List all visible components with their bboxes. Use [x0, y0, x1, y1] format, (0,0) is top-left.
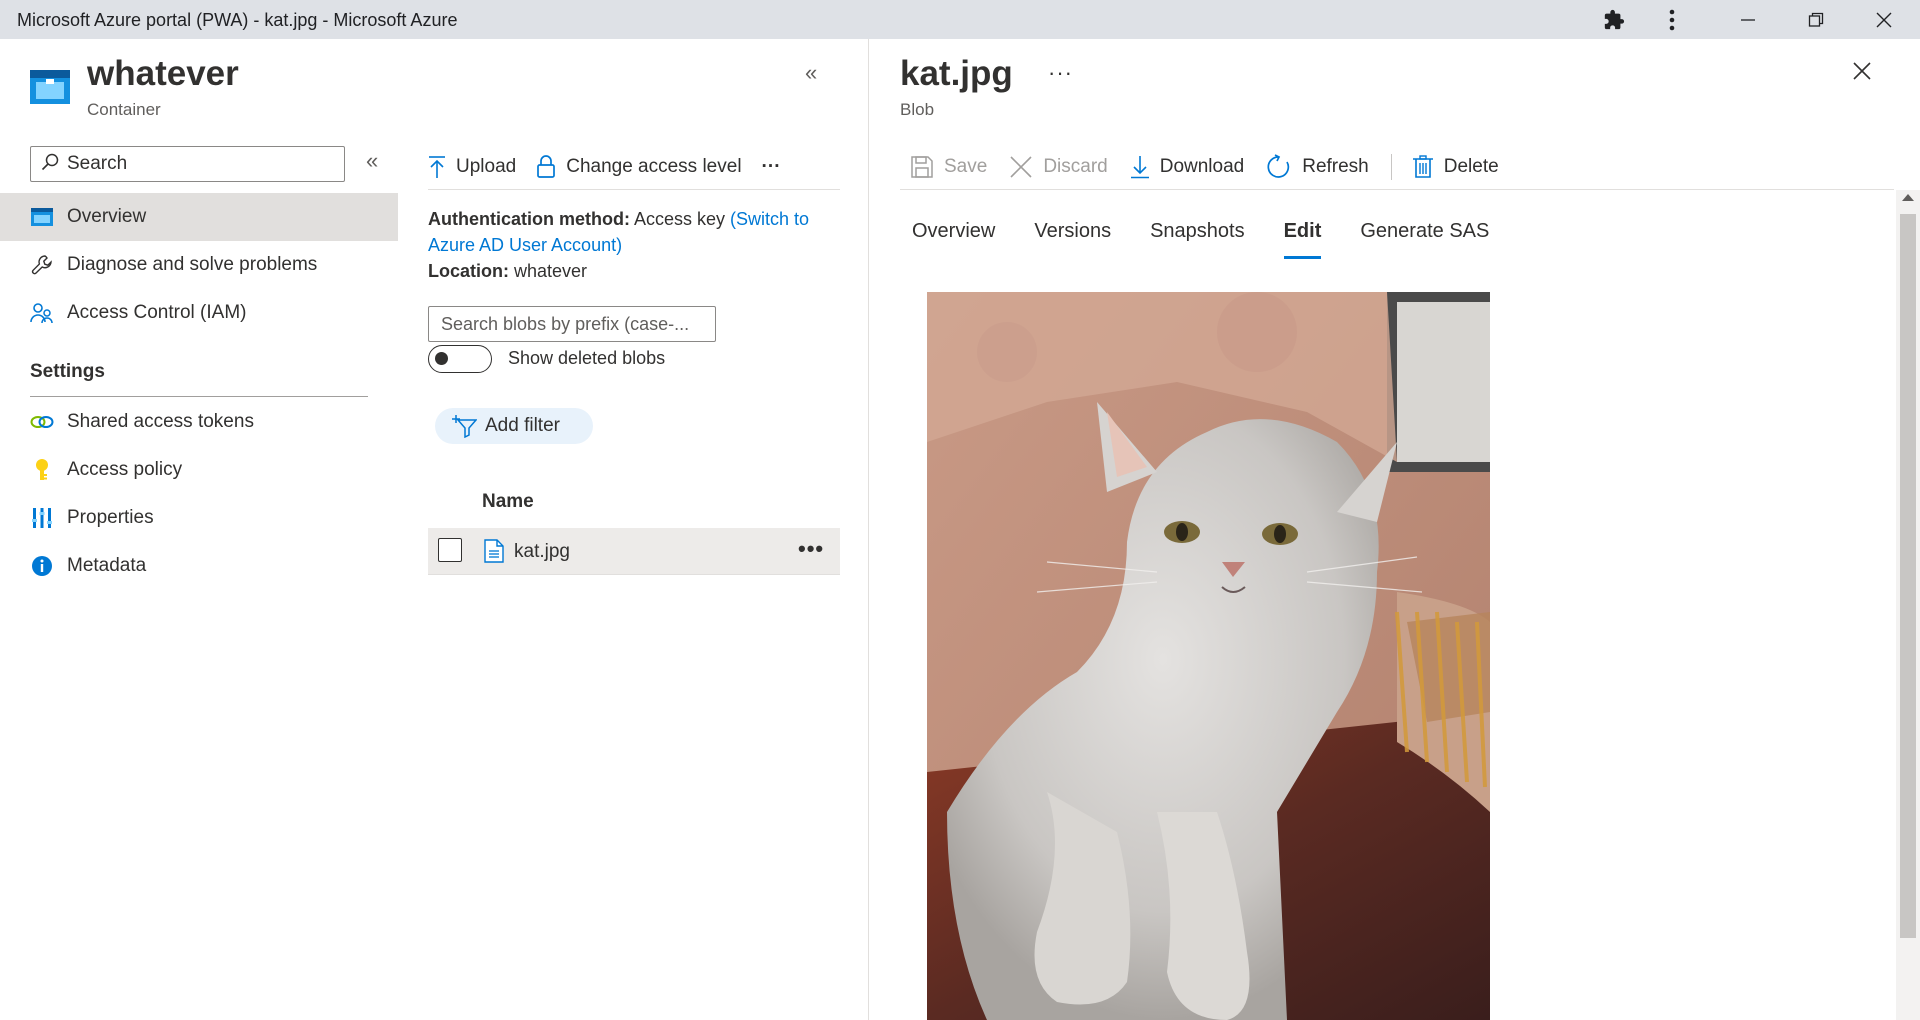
save-icon [910, 155, 934, 179]
settings-heading: Settings [30, 361, 105, 382]
nav-access-policy[interactable]: Access policy [0, 446, 398, 494]
toggle-knob [435, 352, 448, 365]
change-access-level-label: Change access level [566, 156, 742, 177]
nav-shared-access-tokens-label: Shared access tokens [67, 411, 254, 432]
nav-access-control-label: Access Control (IAM) [67, 302, 247, 323]
discard-button[interactable]: Discard [1009, 155, 1108, 179]
location-label: Location: [428, 261, 509, 281]
wrench-icon [28, 254, 56, 276]
discard-icon [1009, 155, 1033, 179]
scroll-up-arrow[interactable] [1902, 194, 1914, 201]
nav-properties-label: Properties [67, 507, 154, 528]
refresh-icon [1266, 154, 1292, 180]
collapse-menu-icon[interactable]: « [366, 148, 378, 174]
delete-button[interactable]: Delete [1412, 155, 1499, 179]
auth-method-value: Access key [634, 209, 726, 229]
more-commands-button[interactable]: ··· [762, 156, 781, 178]
table-row[interactable]: kat.jpg ••• [428, 528, 840, 575]
blob-prefix-search[interactable] [428, 306, 716, 342]
container-type: Container [87, 100, 161, 119]
discard-label: Discard [1043, 156, 1108, 177]
window-close-icon[interactable] [1864, 0, 1904, 39]
download-icon [1130, 155, 1150, 179]
show-deleted-toggle[interactable] [428, 345, 492, 373]
nav-metadata-label: Metadata [67, 555, 147, 576]
nav-diagnose[interactable]: Diagnose and solve problems [0, 241, 398, 289]
tab-overview[interactable]: Overview [912, 220, 995, 260]
menu-search[interactable] [30, 146, 345, 182]
vertical-scrollbar[interactable] [1896, 190, 1920, 1020]
add-filter-icon [451, 414, 477, 438]
container-icon [30, 70, 70, 104]
container-toolbar: Upload Change access level ··· [428, 146, 840, 188]
overview-icon [28, 208, 56, 226]
location-value: whatever [514, 261, 588, 281]
blob-subtitle: Blob [900, 100, 935, 119]
lock-icon [536, 155, 556, 179]
nav-access-control[interactable]: Access Control (IAM) [0, 289, 398, 337]
container-name: whatever [87, 54, 239, 93]
name-column-header[interactable]: Name [482, 491, 534, 513]
show-deleted-label: Show deleted blobs [508, 348, 666, 368]
properties-icon [28, 507, 56, 529]
toolbar-separator [1390, 154, 1392, 180]
upload-icon [428, 155, 446, 179]
close-blade-icon[interactable] [1853, 62, 1871, 85]
blob-name-link[interactable]: kat.jpg [514, 541, 570, 563]
collapse-blade-icon[interactable]: « [805, 60, 817, 86]
trash-icon [1412, 155, 1434, 179]
blob-tabs: Overview Versions Snapshots Edit Generat… [912, 220, 1528, 260]
delete-label: Delete [1443, 156, 1499, 177]
search-icon [41, 153, 59, 176]
tab-snapshots[interactable]: Snapshots [1150, 220, 1245, 260]
blob-toolbar: Save Discard Download Refresh Delete [910, 146, 1521, 188]
blob-prefix-search-input[interactable] [439, 313, 707, 336]
people-icon [28, 302, 56, 324]
key-icon [28, 458, 56, 482]
browser-menu-icon[interactable] [1657, 0, 1687, 39]
blob-toolbar-divider [900, 189, 1894, 190]
blob-title: kat.jpg [900, 54, 1013, 93]
scroll-thumb[interactable] [1900, 214, 1916, 938]
save-button[interactable]: Save [910, 155, 987, 179]
auth-method-label: Authentication method: [428, 209, 630, 229]
nav-overview-label: Overview [67, 206, 147, 227]
nav-shared-access-tokens[interactable]: Shared access tokens [0, 398, 398, 446]
upload-button[interactable]: Upload [428, 155, 516, 179]
restore-icon[interactable] [1796, 0, 1836, 39]
refresh-button[interactable]: Refresh [1266, 154, 1369, 180]
settings-divider [30, 396, 368, 397]
nav-access-policy-label: Access policy [67, 459, 183, 480]
refresh-label: Refresh [1302, 156, 1369, 177]
upload-label: Upload [456, 156, 517, 177]
add-filter-button[interactable]: Add filter [435, 408, 593, 444]
row-more-button[interactable]: ••• [798, 536, 824, 562]
tab-generate-sas[interactable]: Generate SAS [1360, 220, 1489, 260]
minimize-icon[interactable] [1728, 0, 1768, 39]
nav-overview[interactable]: Overview [0, 193, 398, 241]
tab-versions[interactable]: Versions [1034, 220, 1111, 260]
blob-image-preview [927, 292, 1490, 1020]
download-label: Download [1159, 156, 1245, 177]
link-icon [28, 414, 56, 430]
tab-edit[interactable]: Edit [1283, 220, 1321, 260]
window-title: Microsoft Azure portal (PWA) - kat.jpg -… [17, 10, 458, 30]
toolbar-divider [428, 189, 840, 190]
nav-properties[interactable]: Properties [0, 494, 398, 542]
row-checkbox[interactable] [438, 538, 462, 562]
info-icon [28, 555, 56, 577]
add-filter-label: Add filter [485, 415, 560, 436]
container-info: Authentication method: Access key (Switc… [428, 206, 848, 284]
window-titlebar: Microsoft Azure portal (PWA) - kat.jpg -… [0, 0, 1920, 39]
extensions-icon[interactable] [1597, 0, 1631, 39]
blob-more-button[interactable]: ··· [1048, 60, 1073, 86]
save-label: Save [944, 156, 988, 177]
change-access-level-button[interactable]: Change access level [536, 155, 742, 179]
download-button[interactable]: Download [1130, 155, 1245, 179]
nav-diagnose-label: Diagnose and solve problems [67, 254, 318, 275]
nav-metadata[interactable]: Metadata [0, 542, 398, 590]
menu-search-input[interactable] [65, 152, 319, 176]
file-icon [484, 539, 504, 568]
